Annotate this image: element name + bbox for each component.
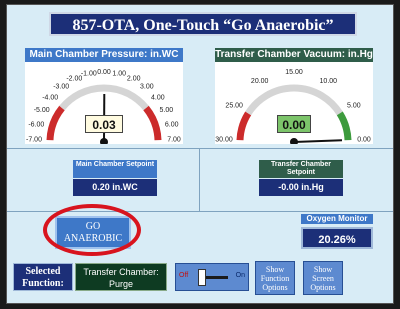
vacuum-readout: 0.00 [277,115,311,133]
vac-tick-label: 15.00 [285,69,303,76]
vacuum-gauge: Transfer Chamber Vacuum: in.Hg 30.00 25.0… [215,48,373,144]
main-pressure-gauge: Main Chamber Pressure: in.WC -7.00 -6.00-… [25,48,183,144]
vac-tick-label: 30.00 [215,137,233,144]
vac-tick-label: 0.00 [357,137,371,144]
main-tick-label: 2.00 [127,76,141,83]
main-pressure-readout: 0.03 [85,115,123,133]
toggle-off-label: Off [179,272,189,279]
toggle-knob[interactable] [198,269,206,286]
vac-arc-red-band [236,111,252,141]
main-tick-label: -7.00 [26,137,42,144]
vac-tick-label: 5.00 [347,103,361,110]
highlight-ring [43,204,141,256]
main-tick-label: -3.00 [53,84,69,91]
main-tick-label: 4.00 [151,94,165,101]
vac-tick-label: 20.00 [251,78,269,85]
oxygen-monitor-label: Oxygen Monitor [301,214,373,224]
main-tick-label: -1.00 [81,71,97,78]
page-title: 857-OTA, One-Touch “Go Anaerobic” [49,12,357,36]
vac-tick-label: 10.00 [320,78,338,85]
toggle-on-label: On [235,272,245,279]
divider-vertical [199,149,200,211]
main-arc-red-r-band [143,105,162,141]
main-tick-label: -6.00 [28,121,44,128]
vacuum-needle-hub [290,138,298,144]
vac-tick-label: 25.00 [225,103,243,110]
show-screen-options-button[interactable]: Show Screen Options [303,261,343,295]
oxygen-monitor-value: 20.26% [301,227,373,249]
main-setpoint-label: Main Chamber Setpoint [73,160,157,178]
vac-arc-mid-band [245,84,343,116]
transfer-setpoint[interactable]: Transfer Chamber Setpoint -0.00 in.Hg [259,160,343,200]
main-tick-label: 6.00 [165,121,179,128]
main-tick-label: 3.00 [140,84,154,91]
show-function-options-button[interactable]: Show Function Options [255,261,295,295]
function-toggle[interactable]: Off On [175,263,249,291]
main-tick-label: 7.00 [167,137,181,144]
main-needle-hub [100,138,108,144]
divider-top [7,148,393,149]
hmi-screen: 857-OTA, One-Touch “Go Anaerobic” Main C… [6,4,394,304]
main-tick-label: 1.00 [112,71,126,78]
selected-function-label: Selected Function: [13,263,73,291]
main-setpoint[interactable]: Main Chamber Setpoint 0.20 in.WC [73,160,157,200]
vac-arc-green-band [336,111,352,141]
transfer-setpoint-value[interactable]: -0.00 in.Hg [259,179,343,196]
main-tick-label: 0.00 [97,69,111,76]
transfer-setpoint-label: Transfer Chamber Setpoint [259,160,343,178]
main-tick-label: -4.00 [42,94,58,101]
main-arc-red-l-band [46,105,65,141]
main-tick-label: -5.00 [34,107,50,114]
main-tick-label: 5.00 [159,107,173,114]
selected-function-value[interactable]: Transfer Chamber: Purge [75,263,167,291]
vac-needle [293,139,343,143]
main-setpoint-value[interactable]: 0.20 in.WC [73,179,157,196]
